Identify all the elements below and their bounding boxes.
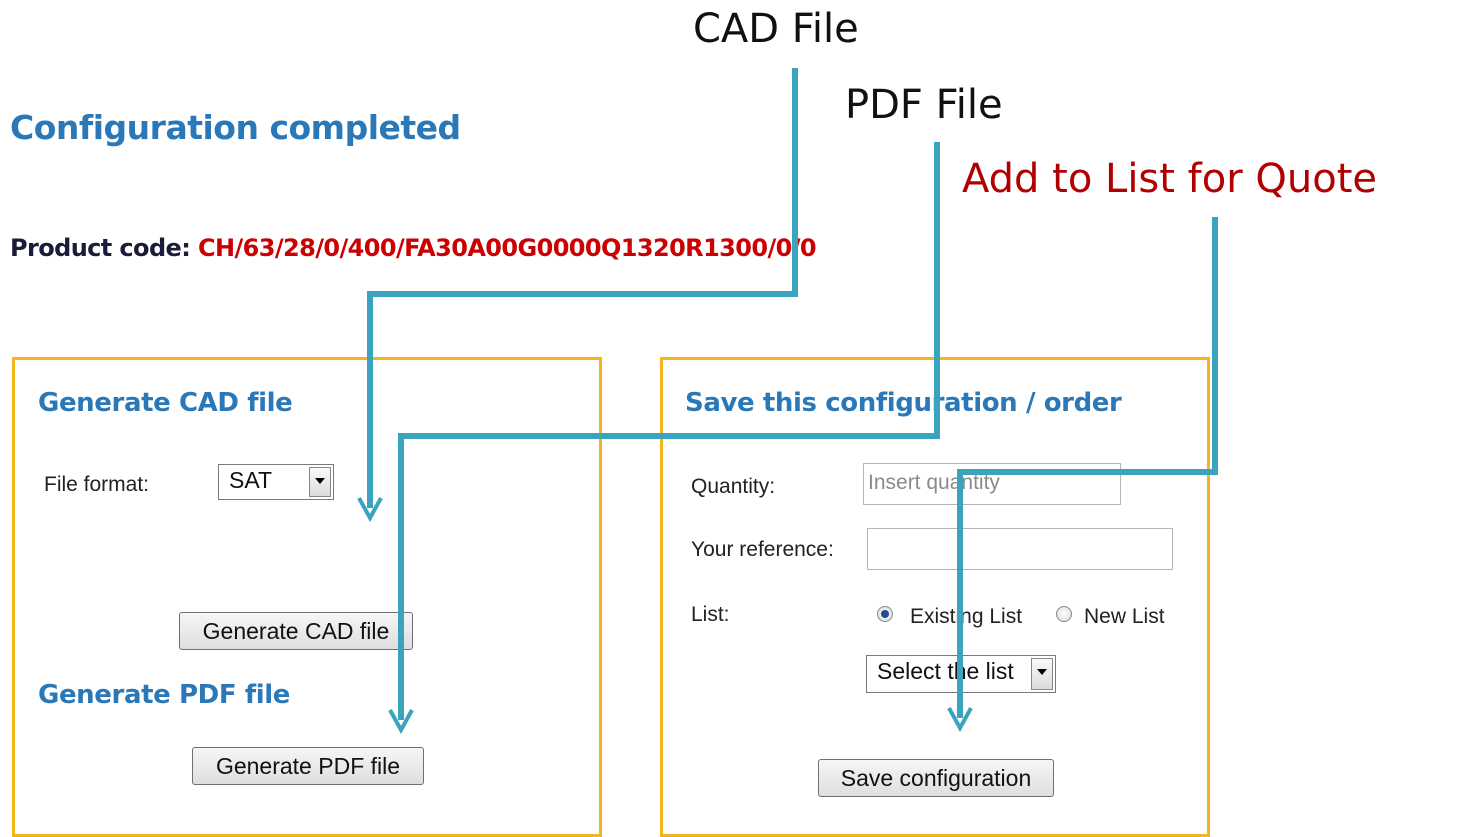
generate-cad-button[interactable]: Generate CAD file — [179, 612, 413, 650]
quantity-input[interactable]: Insert quantity — [863, 463, 1121, 505]
existing-list-radio[interactable] — [877, 606, 893, 622]
product-code: Product code: CH/63/28/0/400/FA30A00G000… — [10, 234, 817, 262]
quantity-placeholder: Insert quantity — [868, 471, 1000, 494]
save-configuration-button[interactable]: Save configuration — [818, 759, 1054, 797]
quantity-label: Quantity: — [691, 475, 776, 498]
add-to-list-callout: Add to List for Quote — [962, 156, 1377, 202]
reference-label: Your reference: — [691, 538, 834, 561]
product-code-value: CH/63/28/0/400/FA30A00G0000Q1320R1300/0/… — [197, 234, 817, 262]
generate-pdf-button[interactable]: Generate PDF file — [192, 747, 424, 785]
new-list-radio[interactable] — [1056, 606, 1072, 622]
cad-file-callout: CAD File — [693, 6, 859, 52]
reference-input[interactable] — [867, 528, 1173, 570]
file-format-label: File format: — [44, 473, 150, 496]
chevron-down-icon[interactable] — [309, 467, 331, 497]
page-title: Configuration completed — [10, 108, 461, 147]
list-label: List: — [691, 603, 730, 626]
generate-cad-title: Generate CAD file — [38, 388, 293, 418]
product-code-label: Product code: — [10, 234, 191, 262]
chevron-down-icon[interactable] — [1031, 658, 1053, 690]
new-list-label[interactable]: New List — [1084, 605, 1165, 629]
existing-list-label[interactable]: Existing List — [910, 605, 1022, 629]
file-format-value: SAT — [229, 467, 273, 493]
save-configuration-title: Save this configuration / order — [685, 388, 1122, 418]
pdf-file-callout: PDF File — [845, 82, 1003, 128]
list-select[interactable]: Select the list — [866, 655, 1056, 693]
list-select-value: Select the list — [877, 658, 1014, 684]
file-format-select[interactable]: SAT — [218, 464, 334, 500]
generate-pdf-title: Generate PDF file — [38, 680, 291, 710]
